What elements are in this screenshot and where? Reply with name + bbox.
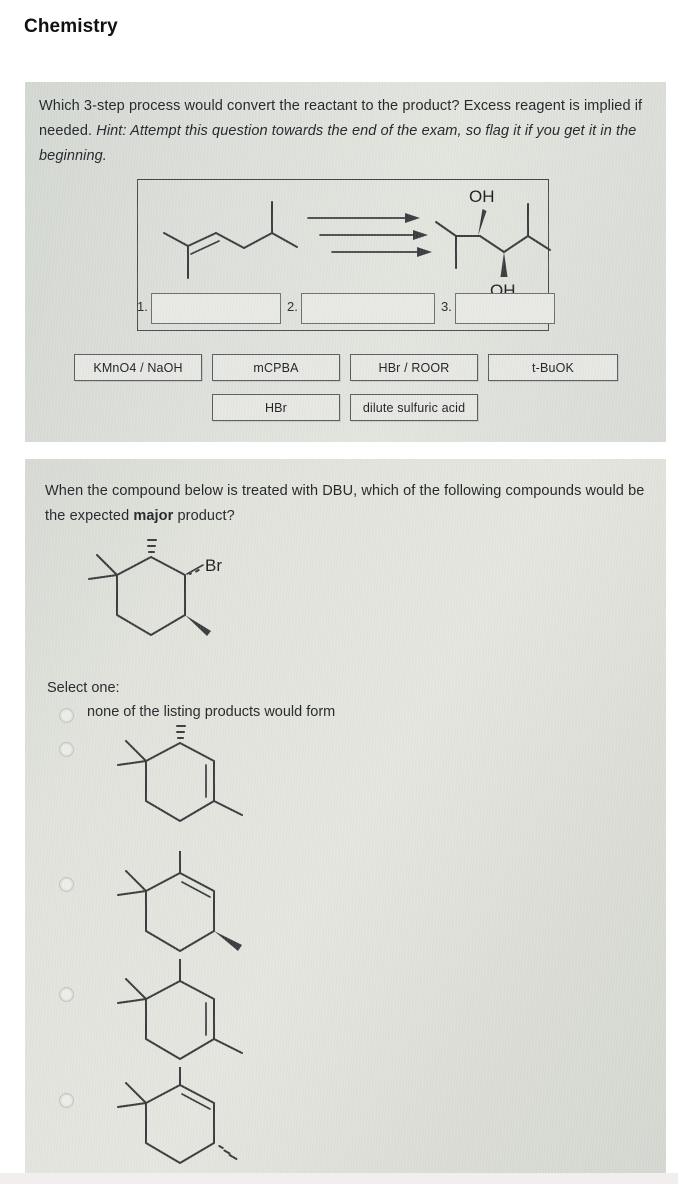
product-oh-top-label: OH xyxy=(469,187,495,206)
question-1-prompt: Which 3-step process would convert the r… xyxy=(39,94,654,169)
product-structure: OH OH xyxy=(434,178,552,300)
slot-2-number: 2. xyxy=(287,299,298,314)
reagent-tile-hbr[interactable]: HBr xyxy=(212,394,340,421)
question-2-card: When the compound below is treated with … xyxy=(25,459,666,1173)
answer-slot-2[interactable] xyxy=(301,293,435,324)
radio-option-d[interactable] xyxy=(59,987,74,1002)
reagent-tile-kmno4-naoh[interactable]: KMnO4 / NaOH xyxy=(74,354,202,381)
slot-1-number: 1. xyxy=(137,299,148,314)
substrate-br-label: Br xyxy=(205,556,222,575)
question-1-card: Which 3-step process would convert the r… xyxy=(25,82,666,442)
reagent-tile-label: HBr / ROOR xyxy=(378,360,450,375)
reagent-tile-label: dilute sulfuric acid xyxy=(362,400,466,415)
reagent-tile-label: KMnO4 / NaOH xyxy=(93,360,183,375)
option-d-structure[interactable] xyxy=(110,959,270,1074)
radio-option-c[interactable] xyxy=(59,877,74,892)
option-e-structure[interactable] xyxy=(110,1067,270,1177)
question-2-prompt: When the compound below is treated with … xyxy=(45,479,645,529)
reaction-arrows xyxy=(306,212,434,268)
radio-option-a[interactable] xyxy=(59,708,74,723)
reactant-structure xyxy=(154,188,304,288)
question-1-prompt-hint: Hint: Attempt this question towards the … xyxy=(39,123,637,164)
reagent-tile-label: mCPBA xyxy=(253,360,299,375)
reagent-tile-dilute-sulfuric-acid[interactable]: dilute sulfuric acid xyxy=(350,394,478,421)
question-2-prompt-tail: product? xyxy=(173,508,235,524)
option-b-structure[interactable] xyxy=(110,725,270,835)
radio-option-b[interactable] xyxy=(59,742,74,757)
radio-option-e[interactable] xyxy=(59,1093,74,1108)
question-2-prompt-emphasis: major xyxy=(133,508,174,524)
reagent-tile-label: HBr xyxy=(265,400,287,415)
page-bottom-edge xyxy=(0,1173,678,1184)
reagent-tile-mcpba[interactable]: mCPBA xyxy=(212,354,340,381)
reagent-tile-hbr-roor[interactable]: HBr / ROOR xyxy=(350,354,478,381)
answer-slot-3[interactable] xyxy=(455,293,555,324)
option-c-structure[interactable] xyxy=(110,851,270,966)
reagent-tile-label: t-BuOK xyxy=(532,360,574,375)
page-title: Chemistry xyxy=(24,16,118,37)
reagent-tile-t-buok[interactable]: t-BuOK xyxy=(488,354,618,381)
answer-slot-1[interactable] xyxy=(151,293,281,324)
slot-3-number: 3. xyxy=(441,299,452,314)
select-one-label: Select one: xyxy=(47,680,120,696)
option-a-label: none of the listing products would form xyxy=(87,704,336,720)
answer-slot-row: 1. 2. 3. xyxy=(137,291,557,327)
substrate-structure: Br xyxy=(79,537,259,657)
